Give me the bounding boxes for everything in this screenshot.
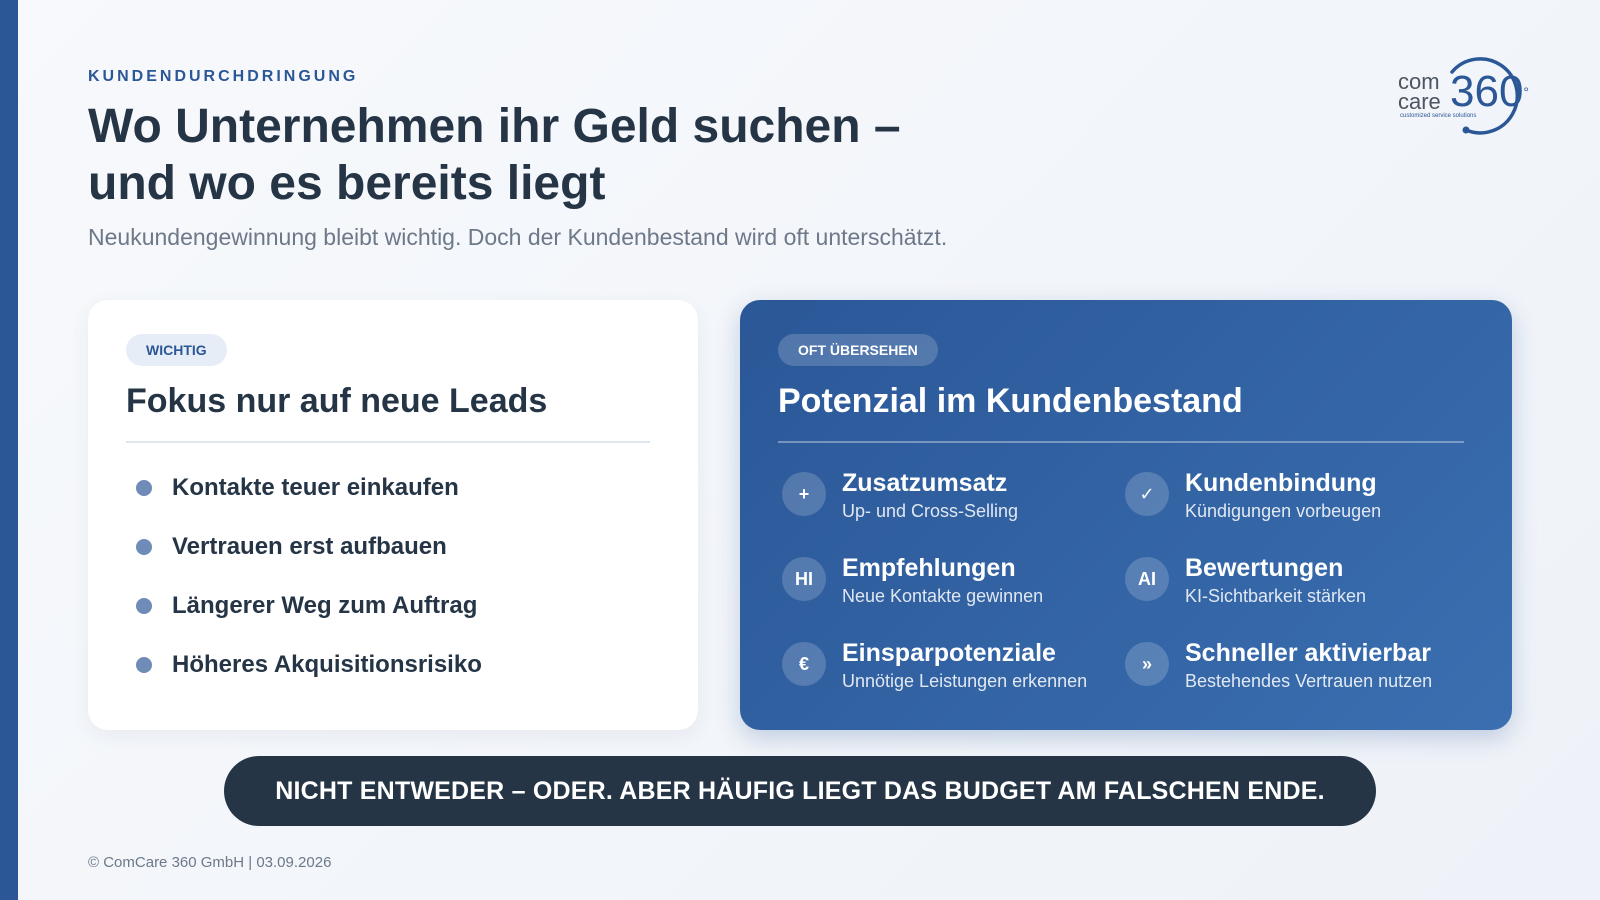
feature-title: Empfehlungen — [842, 554, 1016, 582]
budget-banner: NICHT ENTWEDER – ODER. ABER HÄUFIG LIEGT… — [224, 756, 1376, 826]
feature-subtitle: Up- und Cross-Selling — [842, 501, 1019, 521]
logo-text-care: care — [1398, 89, 1441, 114]
plus-icon: + — [782, 472, 826, 516]
logo-degree: ° — [1523, 84, 1530, 100]
comcare360-logo: com care 360° customized service solutio… — [1396, 50, 1529, 140]
accent-bar — [0, 0, 18, 900]
logo-number: 360° — [1450, 70, 1529, 114]
page-title-line-1: Wo Unternehmen ihr Geld suchen – — [88, 100, 901, 153]
list-item-text: Höheres Akquisitionsrisiko — [172, 651, 482, 678]
feature-title: Schneller aktivierbar — [1185, 639, 1431, 667]
important-badge: WICHTIG — [126, 334, 227, 366]
logo-tagline: customized service solutions — [1400, 113, 1477, 119]
feature-title: Einsparpotenziale — [842, 639, 1056, 667]
page-subtitle: Neukundengewinnung bleibt wichtig. Doch … — [88, 224, 948, 250]
feature-savings: € Einsparpotenziale Unnötige Leistungen … — [782, 638, 1122, 708]
feature-subtitle: Bestehendes Vertrauen nutzen — [1185, 671, 1433, 691]
new-leads-divider — [126, 441, 650, 443]
feature-reviews: AI Bewertungen KI-Sichtbarkeit stärken — [1125, 553, 1465, 623]
customer-base-divider — [778, 441, 1464, 443]
feature-retention: ✓ Kundenbindung Kündigungen vorbeugen — [1125, 468, 1465, 538]
feature-subtitle: Unnötige Leistungen erkennen — [842, 671, 1088, 691]
check-icon: ✓ — [1125, 472, 1169, 516]
list-item-text: Kontakte teuer einkaufen — [172, 474, 459, 501]
hi-icon: HI — [782, 557, 826, 601]
list-item: Höheres Akquisitionsrisiko — [136, 649, 482, 708]
bullet-dot-icon — [136, 598, 152, 614]
bullet-dot-icon — [136, 539, 152, 555]
list-item: Längerer Weg zum Auftrag — [136, 590, 482, 649]
overlooked-badge: OFT ÜBERSEHEN — [778, 334, 938, 366]
feature-referrals: HI Empfehlungen Neue Kontakte gewinnen — [782, 553, 1122, 623]
new-leads-card: WICHTIG Fokus nur auf neue Leads Kontakt… — [88, 300, 698, 730]
new-leads-list: Kontakte teuer einkaufen Vertrauen erst … — [136, 472, 482, 708]
page-title-line-2: und wo es bereits liegt — [88, 157, 606, 210]
feature-subtitle: KI-Sichtbarkeit stärken — [1185, 586, 1367, 606]
list-item: Kontakte teuer einkaufen — [136, 472, 482, 531]
list-item-text: Vertrauen erst aufbauen — [172, 533, 447, 560]
bullet-dot-icon — [136, 480, 152, 496]
footer-copyright: © ComCare 360 GmbH | 03.09.2026 — [88, 854, 332, 871]
customer-base-card: OFT ÜBERSEHEN Potenzial im Kundenbestand… — [740, 300, 1512, 730]
feature-title: Kundenbindung — [1185, 469, 1377, 497]
double-chevron-icon: » — [1125, 642, 1169, 686]
eyebrow-label: KUNDENDURCHDRINGUNG — [88, 68, 359, 85]
feature-title: Zusatzumsatz — [842, 469, 1008, 497]
feature-upselling: + Zusatzumsatz Up- und Cross-Selling — [782, 468, 1122, 538]
new-leads-heading: Fokus nur auf neue Leads — [126, 382, 548, 420]
feature-subtitle: Neue Kontakte gewinnen — [842, 586, 1044, 606]
list-item-text: Längerer Weg zum Auftrag — [172, 592, 478, 619]
page-title: Wo Unternehmen ihr Geld suchen – und wo … — [88, 98, 901, 212]
feature-activation: » Schneller aktivierbar Bestehendes Vert… — [1125, 638, 1465, 708]
customer-base-heading: Potenzial im Kundenbestand — [778, 382, 1243, 420]
list-item: Vertrauen erst aufbauen — [136, 531, 482, 590]
feature-subtitle: Kündigungen vorbeugen — [1185, 501, 1382, 521]
bullet-dot-icon — [136, 657, 152, 673]
euro-icon: € — [782, 642, 826, 686]
logo-number-digits: 360 — [1450, 67, 1524, 116]
feature-title: Bewertungen — [1185, 554, 1344, 582]
ai-icon: AI — [1125, 557, 1169, 601]
